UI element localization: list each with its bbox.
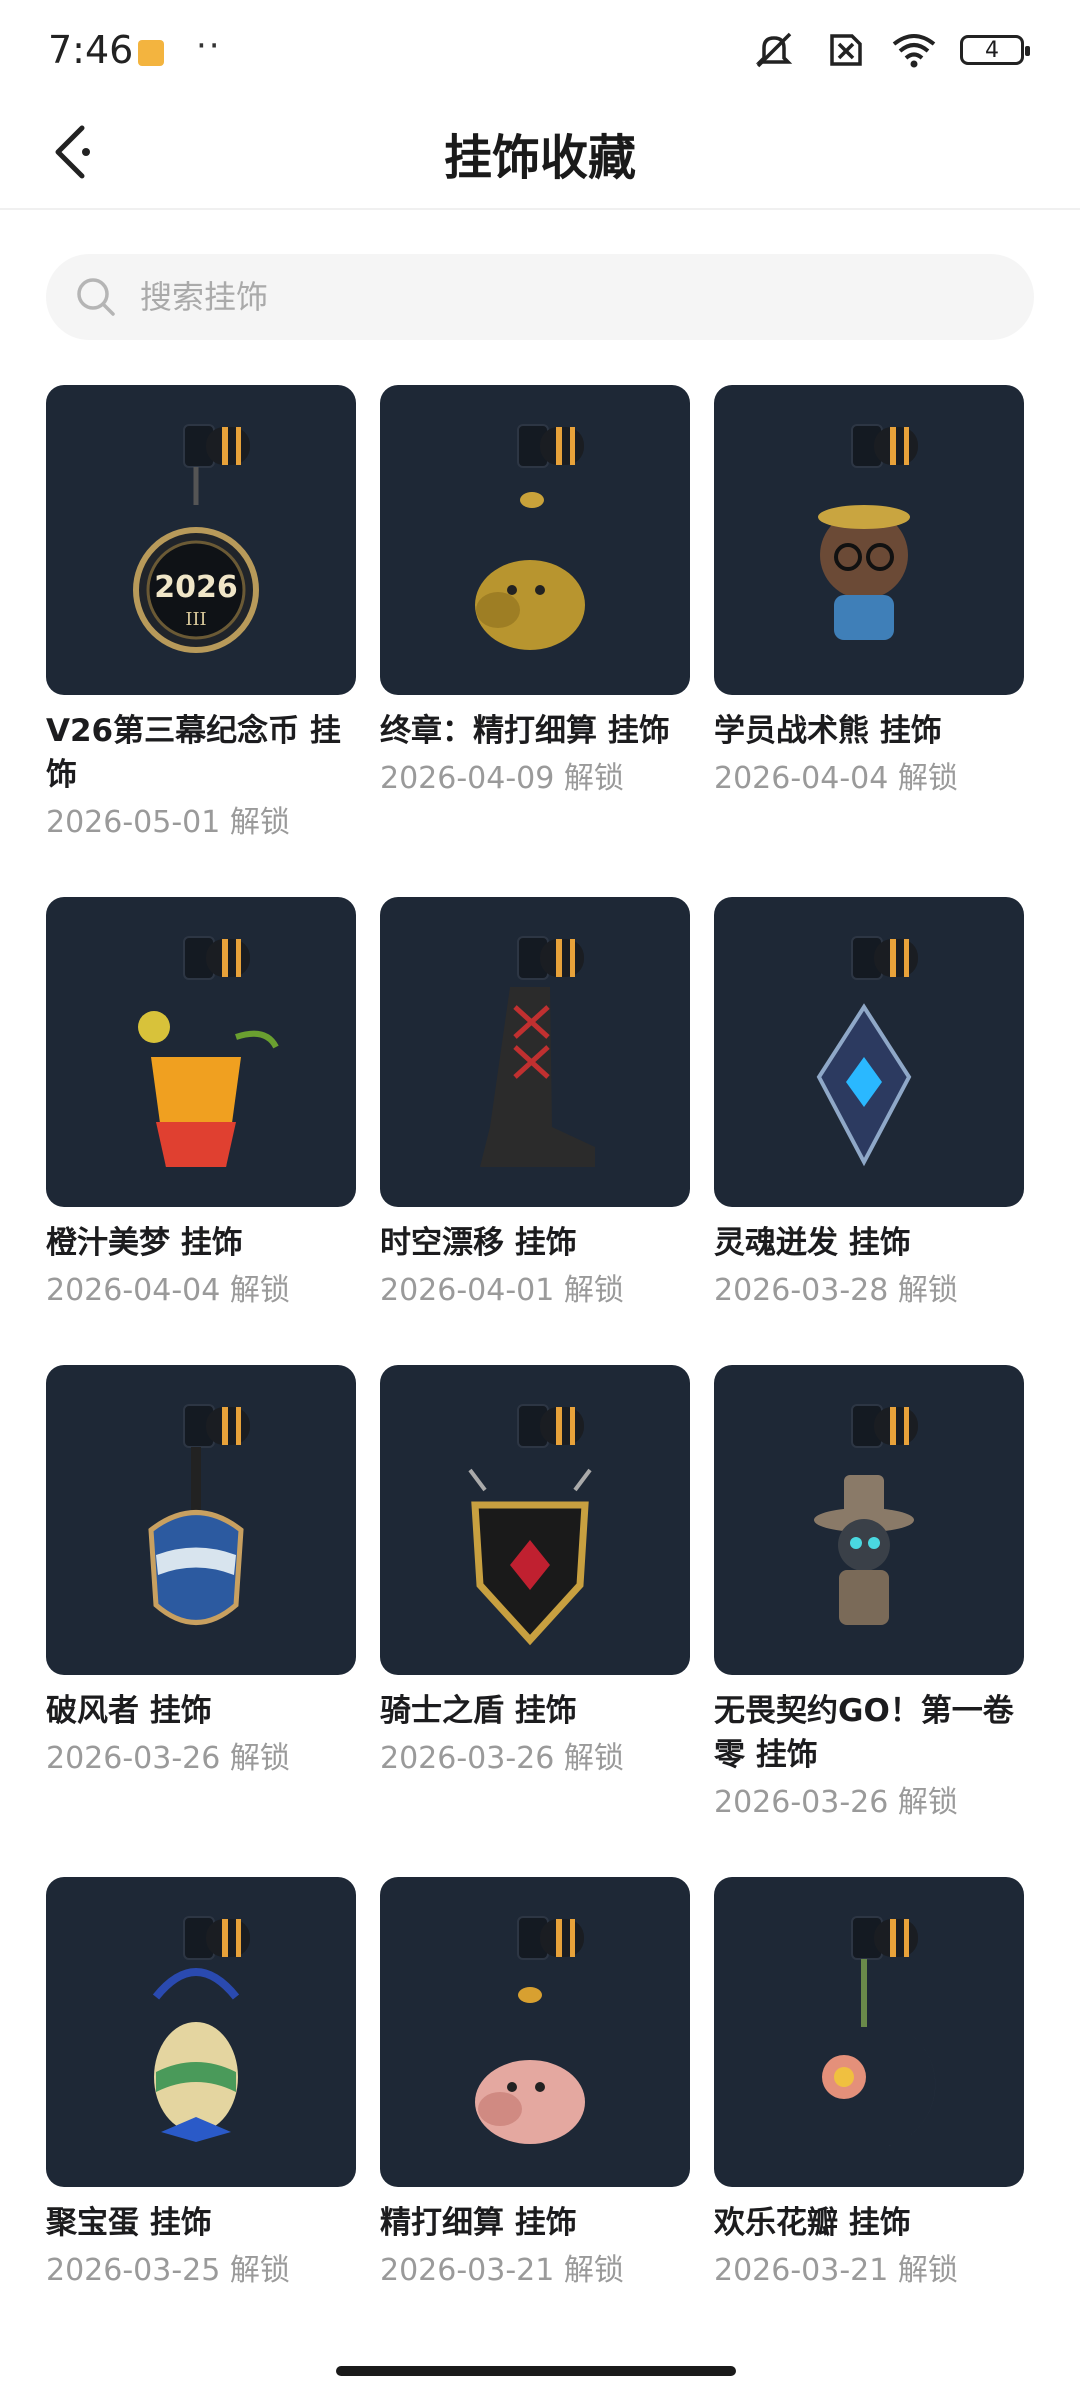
charm-image-icon: 2026 III (133, 424, 259, 653)
charm-thumbnail (380, 897, 690, 1207)
battery-icon: 4 (960, 35, 1030, 65)
charm-card[interactable]: 欢乐花瓣 挂饰 2026-03-21 解锁 (714, 1877, 1024, 2293)
unlock-date: 2026-03-28 解锁 (714, 1273, 958, 1308)
charm-name: 时空漂移 挂饰 (380, 1225, 577, 1261)
header: 挂饰收藏 (0, 100, 1080, 210)
unlock-date: 2026-03-26 解锁 (714, 1785, 958, 1820)
charm-name: 欢乐花瓣 挂饰 (714, 2205, 911, 2241)
charm-thumbnail (46, 1877, 356, 2187)
unlock-date: 2026-04-04 解锁 (46, 1273, 290, 1308)
charm-image-icon (814, 1404, 918, 1625)
charm-name: V26第三幕纪念币 挂饰 (46, 713, 341, 793)
unlock-date: 2026-04-04 解锁 (714, 761, 958, 796)
charm-thumbnail (46, 897, 356, 1207)
unlock-date: 2026-03-26 解锁 (46, 1741, 290, 1776)
home-indicator[interactable] (336, 2366, 736, 2376)
charm-name: 骑士之盾 挂饰 (380, 1693, 577, 1729)
charm-thumbnail (714, 897, 1024, 1207)
charm-card[interactable]: 聚宝蛋 挂饰 2026-03-25 解锁 (46, 1877, 356, 2293)
unlock-date: 2026-03-26 解锁 (380, 1741, 624, 1776)
status-bar: 7:46 ·· 4 (0, 0, 1080, 100)
charm-name: 聚宝蛋 挂饰 (46, 2205, 212, 2241)
charm-thumbnail (46, 1365, 356, 1675)
svg-text:III: III (185, 609, 206, 630)
charm-image-icon (148, 1404, 250, 1625)
charm-card[interactable]: 时空漂移 挂饰 2026-04-01 解锁 (380, 897, 690, 1313)
charm-image-icon (152, 1916, 250, 2142)
unlock-date: 2026-03-21 解锁 (714, 2253, 958, 2288)
charm-image-icon (475, 1916, 585, 2144)
charm-card[interactable]: 破风者 挂饰 2026-03-26 解锁 (46, 1365, 356, 1825)
charm-card[interactable]: 精打细算 挂饰 2026-03-21 解锁 (380, 1877, 690, 2293)
charm-image-icon (822, 1916, 936, 2149)
charm-name: 灵魂迸发 挂饰 (714, 1225, 911, 1261)
charm-thumbnail (380, 1365, 690, 1675)
charm-name: 终章：精打细算 挂饰 (380, 713, 670, 749)
charm-name: 橙汁美梦 挂饰 (46, 1225, 243, 1261)
unlock-date: 2026-03-21 解锁 (380, 2253, 624, 2288)
search-input[interactable] (138, 277, 1002, 317)
charm-name: 无畏契约GO！第一卷 零 挂饰 (714, 1693, 1014, 1773)
charm-image-icon (475, 424, 585, 650)
charm-thumbnail (380, 1877, 690, 2187)
charm-thumbnail (714, 385, 1024, 695)
charm-card[interactable]: 灵魂迸发 挂饰 2026-03-28 解锁 (714, 897, 1024, 1313)
more-notifications-icon: ·· (196, 26, 222, 66)
battery-level: 4 (985, 37, 999, 63)
silent-mode-icon (755, 32, 793, 68)
unlock-date: 2026-03-25 解锁 (46, 2253, 290, 2288)
charm-thumbnail (714, 1877, 1024, 2187)
charm-image-icon (480, 936, 595, 1167)
charm-card[interactable]: 终章：精打细算 挂饰 2026-04-09 解锁 (380, 385, 690, 845)
page-title: 挂饰收藏 (443, 130, 636, 186)
search-bar[interactable] (46, 254, 1034, 340)
status-time: 7:46 (48, 28, 134, 72)
no-sim-icon (830, 34, 862, 66)
charm-name: 学员战术熊 挂饰 (714, 713, 942, 749)
charm-name: 破风者 挂饰 (46, 1693, 212, 1729)
charm-card[interactable]: 骑士之盾 挂饰 2026-03-26 解锁 (380, 1365, 690, 1825)
search-icon (77, 278, 115, 316)
charm-thumbnail: 2026 III (46, 385, 356, 695)
charm-grid: 2026 III V26第三幕纪念币 挂饰 2026-05-01 解锁 终章：精打细算 … (46, 385, 1046, 2345)
unlock-date: 2026-04-01 解锁 (380, 1273, 624, 1308)
charm-name: 精打细算 挂饰 (380, 2205, 577, 2241)
charm-card[interactable]: 学员战术熊 挂饰 2026-04-04 解锁 (714, 385, 1024, 845)
notification-icon (138, 40, 164, 66)
unlock-date: 2026-04-09 解锁 (380, 761, 624, 796)
wifi-icon (892, 34, 936, 68)
charm-card[interactable]: 2026 III V26第三幕纪念币 挂饰 2026-05-01 解锁 (46, 385, 356, 845)
charm-image-icon (138, 936, 279, 1167)
charm-card[interactable]: 橙汁美梦 挂饰 2026-04-04 解锁 (46, 897, 356, 1313)
charm-image-icon (468, 1404, 592, 1646)
charm-card[interactable]: 无畏契约GO！第一卷 零 挂饰 2026-03-26 解锁 (714, 1365, 1024, 1825)
charm-thumbnail (380, 385, 690, 695)
charm-image-icon (816, 936, 918, 1167)
svg-text:2026: 2026 (154, 570, 238, 605)
charm-thumbnail (714, 1365, 1024, 1675)
charm-image-icon (818, 424, 918, 640)
unlock-date: 2026-05-01 解锁 (46, 805, 290, 840)
